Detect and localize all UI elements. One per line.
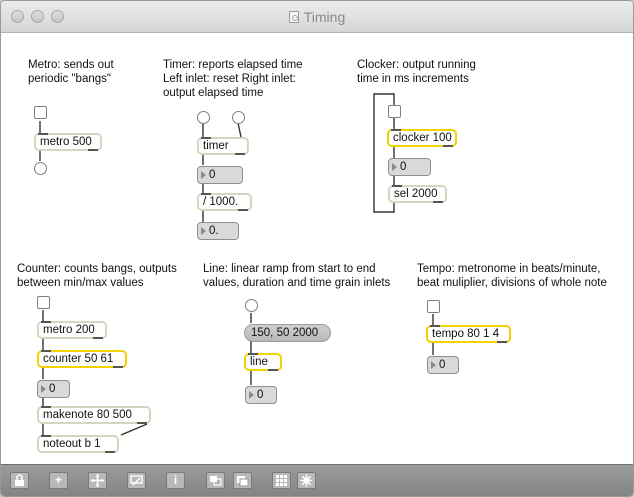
window-title-area: Timing — [1, 9, 633, 25]
grid-icon[interactable] — [272, 472, 291, 489]
line-message-box[interactable]: 150, 50 2000 — [244, 324, 331, 342]
timer-reset-bang[interactable] — [197, 111, 210, 124]
line-number-box[interactable]: 0 — [245, 386, 277, 404]
move-icon[interactable] — [88, 472, 107, 489]
window-icon[interactable] — [233, 472, 252, 489]
counter-number-box[interactable]: 0 — [37, 380, 70, 398]
metro-500-object[interactable]: metro 500 — [34, 133, 102, 151]
tempo-toggle[interactable] — [427, 300, 440, 313]
titlebar: Timing — [1, 1, 633, 33]
divide-number-box[interactable]: 0. — [197, 222, 239, 240]
line-object[interactable]: line — [244, 353, 282, 371]
patcher-icon[interactable] — [206, 472, 225, 489]
timer-comment: Timer: reports elapsed time Left inlet: … — [163, 59, 303, 99]
clocker-comment: Clocker: output running time in ms incre… — [357, 59, 476, 85]
makenote-object[interactable]: makenote 80 500 — [37, 406, 151, 424]
metro-200-object[interactable]: metro 200 — [37, 321, 107, 339]
presentation-icon[interactable] — [127, 472, 146, 489]
settings-icon[interactable] — [297, 472, 316, 489]
noteout-object[interactable]: noteout b 1 — [37, 435, 119, 453]
clocker-object[interactable]: clocker 100 — [387, 129, 457, 147]
timer-output-bang[interactable] — [232, 111, 245, 124]
counter-comment: Counter: counts bangs, outputs between m… — [17, 263, 177, 289]
counter-object[interactable]: counter 50 61 — [37, 350, 127, 368]
add-icon[interactable]: + — [49, 472, 68, 489]
clocker-toggle[interactable] — [388, 105, 401, 118]
lock-icon[interactable] — [10, 472, 29, 489]
line-bang[interactable] — [245, 299, 258, 312]
patcher-canvas[interactable]: Metro: sends out periodic "bangs" Timer:… — [1, 34, 633, 464]
metro-toggle[interactable] — [34, 106, 47, 119]
clocker-number-box[interactable]: 0 — [388, 158, 431, 176]
patch-cords — [39, 93, 434, 436]
patcher-window: Timing Metro: sends out periodic "bangs"… — [0, 0, 634, 497]
counter-toggle[interactable] — [37, 296, 50, 309]
timer-object[interactable]: timer — [197, 137, 249, 155]
tempo-comment: Tempo: metronome in beats/minute, beat m… — [417, 263, 607, 289]
line-comment: Line: linear ramp from start to end valu… — [203, 263, 391, 289]
window-title: Timing — [303, 9, 346, 25]
document-icon — [288, 11, 299, 23]
patcher-toolbar: + i — [1, 464, 633, 496]
timer-number-box[interactable]: 0 — [197, 166, 243, 184]
metro-bang[interactable] — [34, 162, 47, 175]
inspector-icon[interactable]: i — [166, 472, 185, 489]
metro-comment: Metro: sends out periodic "bangs" — [28, 59, 114, 85]
sel-2000-object[interactable]: sel 2000 — [388, 185, 447, 203]
divide-object[interactable]: / 1000. — [197, 193, 252, 211]
tempo-number-box[interactable]: 0 — [427, 356, 459, 374]
tempo-object[interactable]: tempo 80 1 4 — [426, 325, 511, 343]
